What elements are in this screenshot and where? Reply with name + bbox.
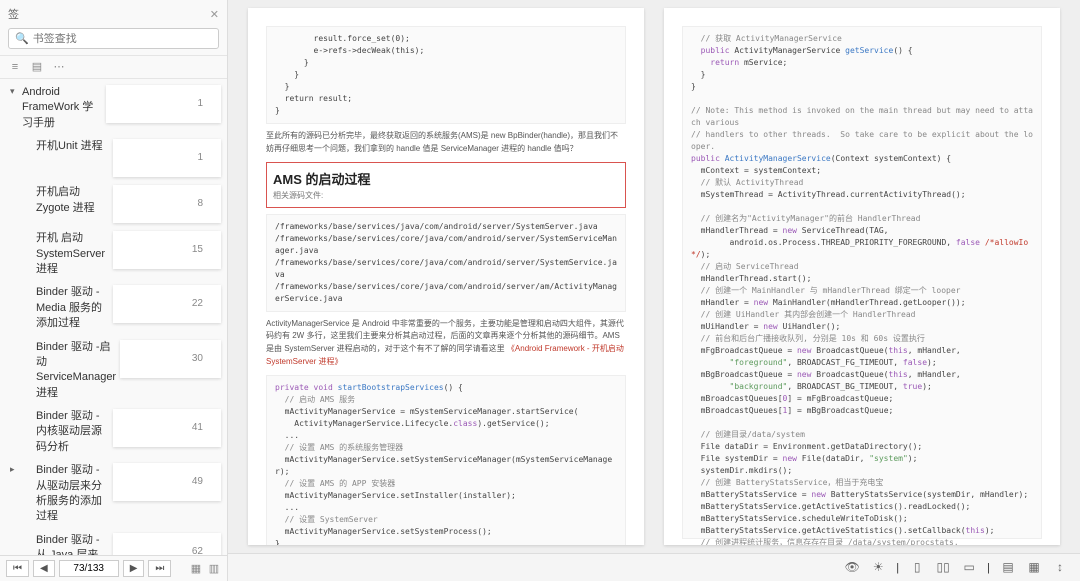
sidebar-header: 签 ✕ 🔍	[0, 0, 227, 56]
sidebar-item-label: Android FrameWork 学习手册	[22, 85, 106, 131]
app-root: 签 ✕ 🔍 ≡ ▤ ⋯ ▾Android FrameWork 学习手册1开机Un…	[0, 0, 1080, 581]
section-heading: AMS 的启动过程	[273, 169, 619, 188]
sidebar-item-label: Binder 驱动 -启动 ServiceManager 进程	[22, 340, 120, 402]
bookmark-search[interactable]: 🔍	[8, 28, 219, 49]
sidebar-item-page: 62	[113, 533, 222, 555]
continuous-icon[interactable]: ▤	[1000, 560, 1016, 576]
brightness-icon[interactable]: ☀	[870, 560, 886, 576]
page-right: // 获取 ActivityManagerService public Acti…	[664, 8, 1060, 545]
sidebar-item-page: 30	[120, 340, 221, 378]
scroll-icon[interactable]: ↕	[1052, 560, 1068, 576]
sidebar-item-page: 1	[113, 139, 222, 177]
book-icon[interactable]: ▦	[1026, 560, 1042, 576]
sidebar-item[interactable]: Binder 驱动 - 从 Java 层来跟踪服务的查找过程62	[0, 529, 227, 555]
sidebar-item-label: Binder 驱动 - 从驱动层来分析服务的添加过程	[22, 463, 113, 525]
page-nav-footer: ⏮ ◀ ▶ ⏭ ▦ ▥	[0, 555, 227, 581]
more-icon[interactable]: ⋯	[52, 60, 66, 74]
sidebar-item-label: Binder 驱动 - 从 Java 层来跟踪服务的查找过程	[22, 533, 113, 555]
code-block-bootstrap: private void startBootstrapServices() { …	[266, 375, 626, 545]
paragraph-desc: ActivityManagerService 是 Android 中非常重要的一…	[266, 318, 626, 369]
sidebar-item[interactable]: ▸Binder 驱动 - 从驱动层来分析服务的添加过程49	[0, 459, 227, 529]
page-number-input[interactable]	[59, 560, 119, 577]
thumbnails-icon[interactable]: ▦	[189, 562, 203, 576]
last-page-button[interactable]: ⏭	[148, 560, 171, 577]
sidebar-item[interactable]: Binder 驱动 -启动 ServiceManager 进程30	[0, 336, 227, 406]
search-input[interactable]	[33, 33, 212, 45]
page-left: result.force_set(0); e->refs->decWeak(th…	[248, 8, 644, 545]
sidebar-item-label: 开机 启动 SystemServer 进程	[22, 231, 113, 277]
sidebar-item-label: 开机启动 Zygote 进程	[22, 185, 113, 216]
prev-page-button[interactable]: ◀	[33, 560, 55, 577]
expand-all-icon[interactable]: ≡	[8, 60, 22, 74]
separator: |	[987, 562, 990, 574]
sidebar-item-page: 1	[106, 85, 222, 123]
sidebar-toolbar: ≡ ▤ ⋯	[0, 56, 227, 79]
single-page-icon[interactable]: ▯	[909, 560, 925, 576]
outline-icon[interactable]: ▥	[207, 562, 221, 576]
view-toolbar: 👁 ☀ | ▯ ▯▯ ▭ | ▤ ▦ ↕	[228, 553, 1080, 581]
pages-container: result.force_set(0); e->refs->decWeak(th…	[228, 0, 1080, 553]
sidebar-title-text: 签	[8, 6, 19, 22]
close-icon[interactable]: ✕	[210, 8, 219, 21]
sidebar-item[interactable]: 开机启动 Zygote 进程8	[0, 181, 227, 227]
document-main: result.force_set(0); e->refs->decWeak(th…	[228, 0, 1080, 581]
sidebar-item-label: Binder 驱动 -内核驱动层源码分析	[22, 409, 113, 455]
bookmark-tree[interactable]: ▾Android FrameWork 学习手册1开机Unit 进程1开机启动 Z…	[0, 79, 227, 555]
sidebar-item-page: 22	[113, 285, 222, 323]
spread-icon[interactable]: ▭	[961, 560, 977, 576]
bookmarks-sidebar: 签 ✕ 🔍 ≡ ▤ ⋯ ▾Android FrameWork 学习手册1开机Un…	[0, 0, 228, 581]
sidebar-item-page: 41	[113, 409, 222, 447]
sidebar-item[interactable]: 开机 启动 SystemServer 进程15	[0, 227, 227, 281]
view-mode-icon[interactable]: 👁	[844, 560, 860, 576]
sidebar-item-page: 49	[113, 463, 222, 501]
chevron-icon: ▾	[10, 85, 20, 98]
heading-box: AMS 的启动过程 相关源码文件:	[266, 162, 626, 208]
code-block-files: /frameworks/base/services/java/com/andro…	[266, 214, 626, 312]
code-block-right: // 获取 ActivityManagerService public Acti…	[682, 26, 1042, 539]
collapse-all-icon[interactable]: ▤	[30, 60, 44, 74]
sidebar-item[interactable]: ▾Android FrameWork 学习手册1	[0, 81, 227, 135]
sidebar-item[interactable]: Binder 驱动 -Media 服务的添加过程22	[0, 281, 227, 335]
chevron-icon: ▸	[10, 463, 20, 476]
two-page-icon[interactable]: ▯▯	[935, 560, 951, 576]
separator: |	[896, 562, 899, 574]
sidebar-item[interactable]: 开机Unit 进程1	[0, 135, 227, 181]
sidebar-item[interactable]: Binder 驱动 -内核驱动层源码分析41	[0, 405, 227, 459]
paragraph-intro: 至此所有的源码已分析完毕，最终获取返回的系统服务(AMS)是 new BpBin…	[266, 130, 626, 156]
first-page-button[interactable]: ⏮	[6, 560, 29, 577]
sidebar-item-label: Binder 驱动 -Media 服务的添加过程	[22, 285, 113, 331]
heading-subcaption: 相关源码文件:	[273, 190, 619, 201]
sidebar-item-label: 开机Unit 进程	[22, 139, 113, 154]
sidebar-item-page: 8	[113, 185, 222, 223]
code-block-top: result.force_set(0); e->refs->decWeak(th…	[266, 26, 626, 124]
search-icon: 🔍	[15, 32, 29, 45]
sidebar-item-page: 15	[113, 231, 222, 269]
next-page-button[interactable]: ▶	[123, 560, 145, 577]
